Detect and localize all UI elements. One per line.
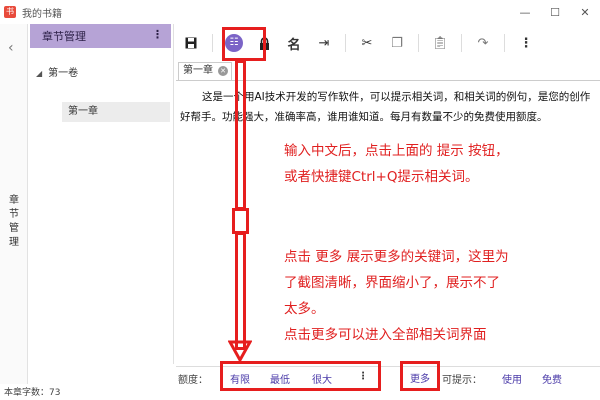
arrow-segment [232, 208, 249, 234]
annotation-more: 点击 更多 展示更多的关键词，这里为 了截图清晰，界面缩小了，展示不了 太多。 … [284, 244, 509, 348]
hint-option-free[interactable]: 免费 [542, 371, 562, 386]
chapter-manage-tab[interactable]: 章节管理 [7, 194, 21, 250]
redo-icon[interactable]: ↷ [468, 29, 498, 57]
tab-chapter-1[interactable]: 第一章 ✕ [178, 62, 232, 80]
chapter-menu-icon[interactable]: ⋮ [152, 28, 163, 41]
annotation-line: 点击 更多 展示更多的关键词，这里为 [284, 249, 509, 265]
annotation-line: 点击更多可以进入全部相关词界面 [284, 327, 487, 343]
annotation-line: 太多。 [284, 301, 325, 317]
arrow-down-icon [228, 340, 252, 362]
annotation-hint: 输入中文后，点击上面的 提示 按钮， 或者快捷键Ctrl+Q提示相关词。 [284, 138, 509, 190]
indent-icon[interactable]: ⇥ [309, 29, 339, 57]
toolbar-separator [418, 34, 419, 52]
chapter-panel: 章节管理 ⋮ ◢ 第一卷 第一章 [28, 24, 174, 364]
maximize-icon[interactable]: ☐ [540, 0, 570, 24]
arrow-shaft [235, 60, 246, 210]
hint-available-label: 可提示： [442, 375, 482, 386]
volume-label: 第一卷 [48, 68, 79, 79]
status-bar: 本章字数：73 [0, 386, 600, 400]
app-icon: 书 [4, 6, 16, 18]
title-bar: 书 我的书籍 — ☐ ✕ [0, 0, 600, 24]
toolbar-separator [345, 34, 346, 52]
paste-icon[interactable]: 📋︎ [425, 29, 455, 57]
collapse-icon[interactable]: ‹ [8, 40, 14, 56]
save-icon[interactable] [176, 29, 206, 57]
toolbar-separator [212, 34, 213, 52]
quota-label: 额度： [178, 375, 208, 386]
annotation-line: 了截图清晰，界面缩小了，展示不了 [284, 275, 500, 291]
toolbar-separator [504, 34, 505, 52]
left-strip: ‹ 章节管理 [0, 24, 28, 384]
window-controls: — ☐ ✕ [510, 0, 600, 24]
copy-icon[interactable]: ❐ [382, 29, 412, 57]
tree-chapter[interactable]: 第一章 [62, 102, 170, 122]
hint-option-use[interactable]: 使用 [502, 371, 522, 386]
cut-icon[interactable]: ✂ [352, 29, 382, 57]
chapter-panel-title: 章节管理 [42, 30, 86, 43]
window-title: 我的书籍 [22, 8, 62, 20]
chapter-panel-header: 章节管理 ⋮ [30, 24, 171, 48]
toolbar-separator [461, 34, 462, 52]
annotation-line: 或者快捷键Ctrl+Q提示相关词。 [284, 169, 479, 185]
tree-volume[interactable]: ◢ 第一卷 [36, 64, 78, 79]
arrow-shaft-lower [235, 232, 246, 350]
tab-close-icon[interactable]: ✕ [218, 66, 228, 76]
word-count: 本章字数：73 [4, 388, 61, 398]
close-icon[interactable]: ✕ [570, 0, 600, 24]
expand-caret-icon[interactable]: ◢ [36, 69, 42, 78]
name-icon[interactable]: 名 [279, 29, 309, 57]
highlight-hint-button [222, 27, 266, 61]
annotation-line: 输入中文后，点击上面的 提示 按钮， [284, 143, 509, 159]
minimize-icon[interactable]: — [510, 0, 540, 24]
tab-label: 第一章 [183, 65, 213, 76]
more-icon[interactable]: ⋮ [511, 29, 541, 57]
